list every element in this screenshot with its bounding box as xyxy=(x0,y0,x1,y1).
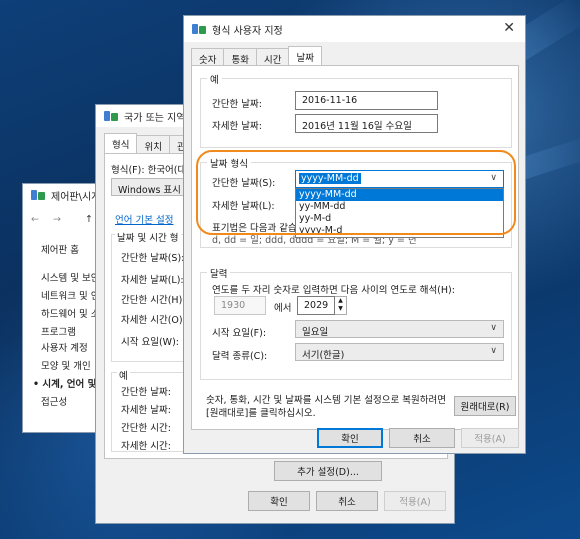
year-to-field[interactable]: 2029 xyxy=(297,296,335,315)
first-day-of-week-value: 일요일 xyxy=(302,327,329,338)
long-date-format-label: 자세한 날짜(L): xyxy=(212,201,275,212)
chevron-down-icon[interactable]: ∨ xyxy=(490,323,497,333)
control-panel-icon xyxy=(31,189,45,201)
date-time-formats-title: 날짜 및 시간 형 xyxy=(115,230,181,244)
customize-ok-button[interactable]: 확인 xyxy=(317,428,383,448)
cp-item-accessibility[interactable]: 접근성 xyxy=(41,394,67,408)
short-date-example-value: 2016-11-16 xyxy=(295,91,438,110)
cp-item-appearance[interactable]: 모양 및 개인 xyxy=(41,358,91,372)
customize-titlebar: 형식 사용자 지정 ✕ xyxy=(184,16,525,42)
cp-item-programs[interactable]: 프로그램 xyxy=(41,324,76,338)
region-apply-button[interactable]: 적용(A) xyxy=(384,491,446,511)
back-arrow-icon[interactable]: ← xyxy=(31,214,39,225)
reset-button[interactable]: 원래대로(R) xyxy=(454,396,516,416)
example-long-time: 자세한 시간: xyxy=(121,441,171,452)
long-date-example-label: 자세한 날짜: xyxy=(212,121,262,132)
customize-apply-button[interactable]: 적용(A) xyxy=(461,428,519,448)
region-title: 국가 또는 지역 xyxy=(124,112,186,124)
date-tab-panel: 예 간단한 날짜: 2016-11-16 자세한 날짜: 2016년 11월 1… xyxy=(191,65,519,430)
long-time-label: 자세한 시간(O): xyxy=(121,315,186,326)
forward-arrow-icon[interactable]: → xyxy=(53,214,61,225)
calendar-type-value: 서기(한글) xyxy=(302,350,345,361)
cp-item-system[interactable]: 시스템 및 보안 xyxy=(41,270,99,284)
dropdown-option[interactable]: yy-M-d xyxy=(296,213,503,225)
example-long-date: 자세한 날짜: xyxy=(121,405,171,416)
reset-description-line1: 숫자, 통화, 시간 및 날짜를 시스템 기본 설정으로 복원하려면 xyxy=(206,395,446,406)
short-date-format-value: yyyy-MM-dd xyxy=(299,173,361,184)
example-group: 예 xyxy=(200,72,512,148)
reset-description-line2: [원래대로]를 클릭하십시오. xyxy=(206,408,316,419)
two-digit-year-text: 연도를 두 자리 숫자로 입력하면 다음 사이의 연도로 해석(H): xyxy=(212,285,455,296)
cp-item-clock-language[interactable]: • 시계, 언어 및 xyxy=(33,376,96,390)
dropdown-option[interactable]: yy-MM-dd xyxy=(296,201,503,213)
region-ok-button[interactable]: 확인 xyxy=(248,491,310,511)
dropdown-option[interactable]: yyyy-MM-dd xyxy=(296,189,503,201)
year-from-field: 1930 xyxy=(214,296,266,315)
long-date-label: 자세한 날짜(L): xyxy=(121,275,184,286)
calendar-group-title: 달력 xyxy=(207,266,231,280)
year-to-label: 에서 xyxy=(274,303,292,314)
customize-window-icon xyxy=(192,23,206,35)
customize-format-window: 형식 사용자 지정 ✕ 숫자 통화 시간 날짜 예 간단한 날짜: 2016-1… xyxy=(183,15,526,454)
chevron-down-icon[interactable]: ∨ xyxy=(490,346,497,356)
short-date-format-dropdown[interactable]: yyyy-MM-dd yy-MM-dd yy-M-d yyyy-M-d xyxy=(295,188,504,238)
cp-item-users[interactable]: 사용자 계정 xyxy=(41,340,88,354)
language-settings-link[interactable]: 언어 기본 설정 xyxy=(115,212,173,226)
calendar-type-select[interactable]: 서기(한글) ∨ xyxy=(295,343,504,361)
first-day-of-week-label: 시작 요일(F): xyxy=(212,328,267,339)
long-date-example-value: 2016년 11월 16일 수요일 xyxy=(295,114,438,133)
first-day-of-week-select[interactable]: 일요일 ∨ xyxy=(295,320,504,338)
chevron-down-icon[interactable]: ∨ xyxy=(490,173,497,183)
calendar-type-label: 달력 종류(C): xyxy=(212,351,268,362)
date-formats-group-title: 날짜 형식 xyxy=(207,156,251,170)
customize-cancel-button[interactable]: 취소 xyxy=(389,428,455,448)
short-date-label: 간단한 날짜(S): xyxy=(121,253,185,264)
additional-settings-button[interactable]: 추가 설정(D)... xyxy=(274,461,382,481)
short-time-label: 간단한 시간(H): xyxy=(121,295,186,306)
customize-title: 형식 사용자 지정 xyxy=(212,25,283,37)
region-cancel-button[interactable]: 취소 xyxy=(316,491,378,511)
example-group-title: 예 xyxy=(207,72,222,86)
year-spinner[interactable]: ▲ ▼ xyxy=(335,296,347,315)
cp-home-link[interactable]: 제어판 홈 xyxy=(41,242,79,256)
examples-title: 예 xyxy=(117,368,130,382)
first-day-label: 시작 요일(W): xyxy=(121,337,179,348)
example-short-date: 간단한 날짜: xyxy=(121,387,171,398)
up-arrow-icon[interactable]: ↑ xyxy=(85,214,93,225)
short-date-format-label: 간단한 날짜(S): xyxy=(212,178,276,189)
region-window-icon xyxy=(104,110,118,122)
format-label: 형식(F): 한국어(대 xyxy=(111,165,187,176)
short-date-format-combo[interactable]: yyyy-MM-dd ∨ xyxy=(295,170,504,188)
example-short-time: 간단한 시간: xyxy=(121,423,171,434)
short-date-example-label: 간단한 날짜: xyxy=(212,99,262,110)
control-panel-title: 제어판\시계 xyxy=(51,191,101,203)
cp-item-network[interactable]: 네트워크 및 인 xyxy=(41,288,99,302)
close-icon[interactable]: ✕ xyxy=(503,20,515,36)
cp-item-hardware[interactable]: 하드웨어 및 소 xyxy=(41,306,99,320)
dropdown-option[interactable]: yyyy-M-d xyxy=(296,225,503,237)
